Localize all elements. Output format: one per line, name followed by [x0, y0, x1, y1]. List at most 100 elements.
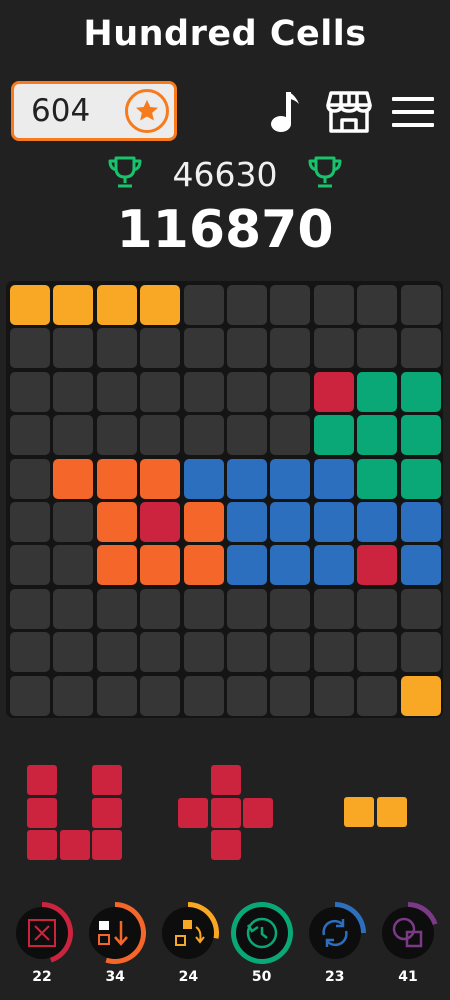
menu-icon[interactable]	[392, 95, 434, 133]
empty-cell[interactable]	[357, 285, 398, 325]
empty-cell[interactable]	[400, 632, 441, 673]
empty-cell[interactable]	[183, 632, 224, 673]
empty-cell[interactable]	[183, 415, 224, 456]
empty-cell[interactable]	[357, 588, 398, 629]
green-cell[interactable]	[400, 371, 441, 412]
empty-cell[interactable]	[357, 675, 398, 716]
empty-cell[interactable]	[183, 328, 224, 369]
orange-cell[interactable]	[140, 545, 181, 586]
blue-cell[interactable]	[227, 458, 267, 499]
empty-cell[interactable]	[227, 588, 267, 629]
empty-cell[interactable]	[400, 285, 441, 325]
empty-cell[interactable]	[53, 371, 94, 412]
orange-cell[interactable]	[96, 502, 137, 542]
empty-cell[interactable]	[183, 588, 224, 629]
blue-cell[interactable]	[357, 502, 398, 542]
yellow-cell[interactable]	[400, 675, 441, 716]
yellow-cell[interactable]	[96, 285, 137, 325]
empty-cell[interactable]	[140, 675, 181, 716]
orange-cell[interactable]	[140, 458, 181, 499]
empty-cell[interactable]	[400, 588, 441, 629]
empty-cell[interactable]	[227, 371, 267, 412]
empty-cell[interactable]	[10, 328, 50, 369]
empty-cell[interactable]	[10, 632, 50, 673]
orange-cell[interactable]	[96, 458, 137, 499]
empty-cell[interactable]	[357, 632, 398, 673]
empty-cell[interactable]	[313, 588, 354, 629]
orange-cell[interactable]	[53, 458, 94, 499]
shapes-powerup-button[interactable]: 41	[377, 902, 439, 985]
empty-cell[interactable]	[227, 632, 267, 673]
music-note-icon[interactable]	[268, 90, 302, 138]
empty-cell[interactable]	[313, 632, 354, 673]
empty-cell[interactable]	[10, 415, 50, 456]
empty-cell[interactable]	[140, 415, 181, 456]
blue-cell[interactable]	[227, 545, 267, 586]
empty-cell[interactable]	[183, 285, 224, 325]
green-cell[interactable]	[313, 415, 354, 456]
blue-cell[interactable]	[183, 458, 224, 499]
shop-icon[interactable]	[326, 90, 372, 138]
empty-cell[interactable]	[53, 675, 94, 716]
empty-cell[interactable]	[227, 415, 267, 456]
yellow-cell[interactable]	[10, 285, 50, 325]
yellow-cell[interactable]	[53, 285, 94, 325]
empty-cell[interactable]	[53, 415, 94, 456]
empty-cell[interactable]	[140, 632, 181, 673]
red-cell[interactable]	[313, 371, 354, 412]
blue-cell[interactable]	[313, 545, 354, 586]
empty-cell[interactable]	[10, 458, 50, 499]
green-cell[interactable]	[357, 415, 398, 456]
blue-cell[interactable]	[227, 502, 267, 542]
empty-cell[interactable]	[357, 328, 398, 369]
empty-cell[interactable]	[183, 675, 224, 716]
empty-cell[interactable]	[227, 285, 267, 325]
empty-cell[interactable]	[96, 588, 137, 629]
empty-cell[interactable]	[270, 371, 311, 412]
empty-cell[interactable]	[270, 415, 311, 456]
blue-cell[interactable]	[270, 458, 311, 499]
empty-cell[interactable]	[53, 632, 94, 673]
empty-cell[interactable]	[270, 588, 311, 629]
blue-cell[interactable]	[313, 502, 354, 542]
empty-cell[interactable]	[313, 675, 354, 716]
empty-cell[interactable]	[96, 415, 137, 456]
empty-cell[interactable]	[227, 328, 267, 369]
game-board[interactable]	[6, 281, 443, 718]
blue-cell[interactable]	[313, 458, 354, 499]
empty-cell[interactable]	[313, 328, 354, 369]
red-cell[interactable]	[140, 502, 181, 542]
empty-cell[interactable]	[53, 502, 94, 542]
empty-cell[interactable]	[96, 371, 137, 412]
clear-cell-powerup-button[interactable]: 22	[11, 902, 73, 985]
empty-cell[interactable]	[96, 632, 137, 673]
orange-cell[interactable]	[183, 545, 224, 586]
empty-cell[interactable]	[10, 371, 50, 412]
blue-cell[interactable]	[400, 545, 441, 586]
green-cell[interactable]	[400, 458, 441, 499]
empty-cell[interactable]	[313, 285, 354, 325]
empty-cell[interactable]	[227, 675, 267, 716]
empty-cell[interactable]	[270, 328, 311, 369]
empty-cell[interactable]	[53, 545, 94, 586]
green-cell[interactable]	[357, 371, 398, 412]
yellow-cell[interactable]	[140, 285, 181, 325]
blue-cell[interactable]	[270, 502, 311, 542]
orange-cell[interactable]	[96, 545, 137, 586]
empty-cell[interactable]	[270, 285, 311, 325]
green-cell[interactable]	[357, 458, 398, 499]
empty-cell[interactable]	[10, 588, 50, 629]
red-cell[interactable]	[357, 545, 398, 586]
orange-cell[interactable]	[183, 502, 224, 542]
blue-cell[interactable]	[270, 545, 311, 586]
undo-powerup-button[interactable]: 50	[230, 902, 293, 985]
refresh-powerup-button[interactable]: 23	[304, 902, 366, 985]
blue-cell[interactable]	[400, 502, 441, 542]
empty-cell[interactable]	[140, 371, 181, 412]
green-cell[interactable]	[400, 415, 441, 456]
empty-cell[interactable]	[53, 588, 94, 629]
empty-cell[interactable]	[140, 328, 181, 369]
empty-cell[interactable]	[270, 632, 311, 673]
empty-cell[interactable]	[183, 371, 224, 412]
empty-cell[interactable]	[10, 545, 50, 586]
